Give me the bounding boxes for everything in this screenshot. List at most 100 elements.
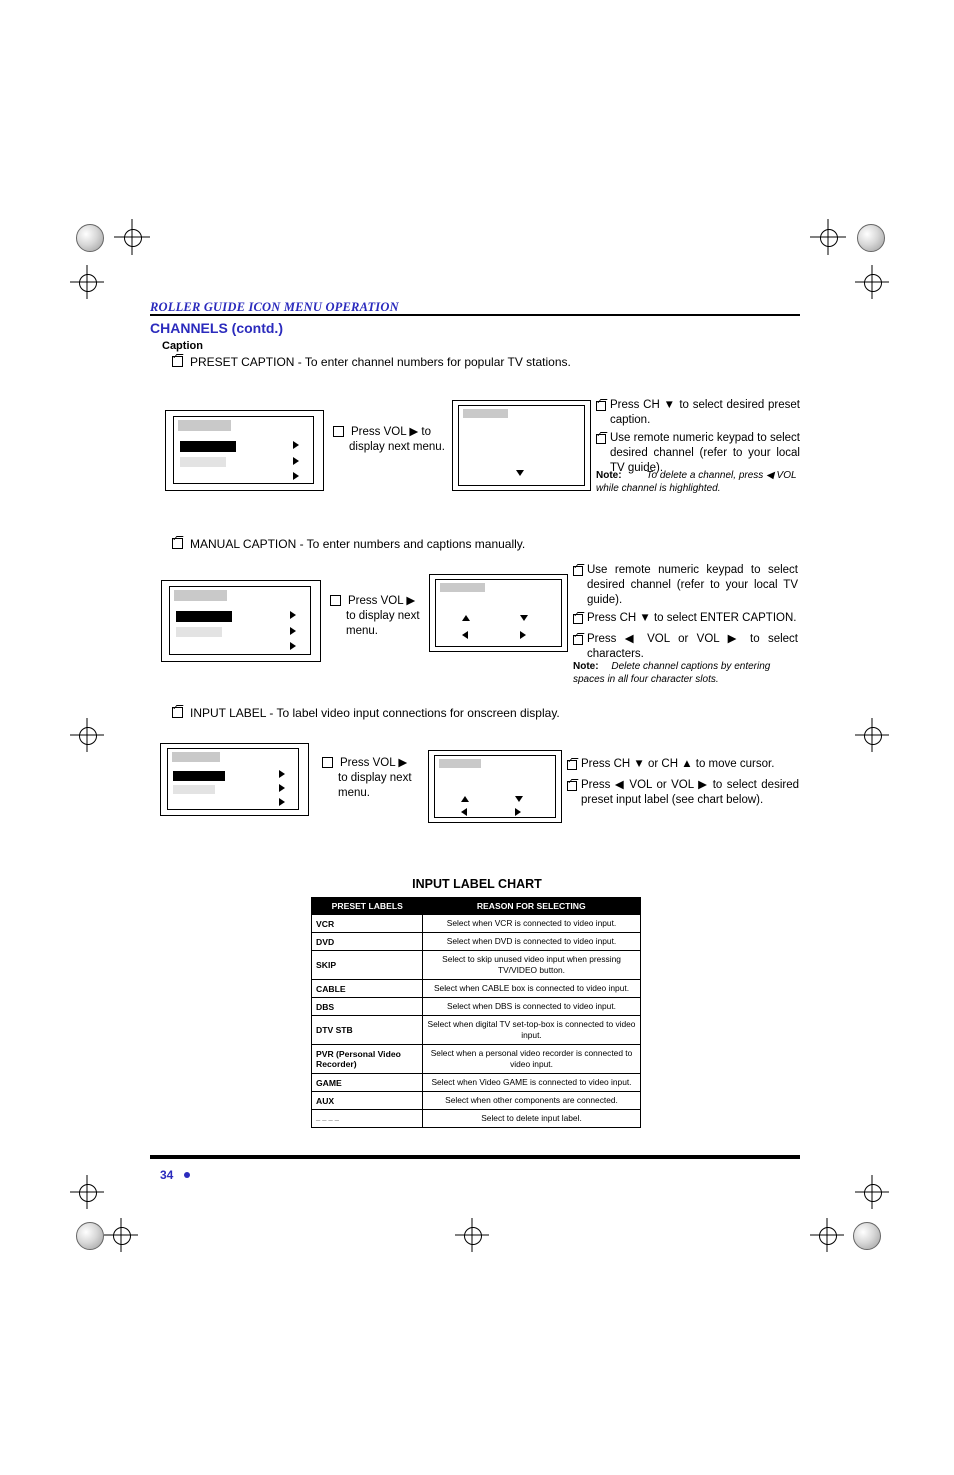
input-press-instruction: Press VOL ▶ to display next menu. <box>322 756 434 801</box>
step-text: Press CH ▼ to select ENTER CAPTION. <box>587 612 797 624</box>
arrow-right-icon-2 <box>279 784 285 792</box>
arrow-left-icon <box>462 631 468 639</box>
crop-ring-left-upper <box>79 274 97 292</box>
press-text-line1: Press VOL ▶ <box>348 595 416 607</box>
table-header-row: PRESET LABELS REASON FOR SELECTING <box>311 897 641 915</box>
table-row: DTV STB Select when digital TV set-top-b… <box>311 1015 641 1045</box>
arrow-right-icon-3 <box>290 642 296 650</box>
input-label-chart: PRESET LABELS REASON FOR SELECTING VCR S… <box>311 897 641 1128</box>
step-text: Use remote numeric keypad to select desi… <box>587 564 798 606</box>
running-head-text: ROLLER GUIDE ICON MENU OPERATION <box>150 300 399 314</box>
tv-screen-inner <box>434 755 556 818</box>
list-item-label: INPUT LABEL - To label video input conne… <box>190 705 560 720</box>
press-text-line3: menu. <box>338 787 370 799</box>
checkbox-icon <box>172 707 183 719</box>
crop-ring-bottom-center <box>464 1227 482 1245</box>
cell-reason: Select when DBS is connected to video in… <box>422 997 641 1016</box>
tv-screen-input-menu <box>160 743 309 816</box>
menu-title-bar <box>172 752 220 762</box>
crop-ring-bottom-left <box>113 1227 131 1245</box>
list-item-preset-caption: PRESET CAPTION - To enter channel number… <box>172 354 571 369</box>
preset-steps: Press CH ▼ to select desired preset capt… <box>596 398 800 479</box>
list-item-label: MANUAL CAPTION - To enter numbers and ca… <box>190 536 526 551</box>
crop-ring-right-middle <box>864 727 882 745</box>
col-reason: REASON FOR SELECTING <box>422 897 641 915</box>
crop-ring-top-left <box>124 229 142 247</box>
checkbox-icon <box>172 538 183 550</box>
chart-title: INPUT LABEL CHART <box>412 877 542 891</box>
press-text-line2: display next menu. <box>349 441 445 453</box>
press-text-line3: menu. <box>346 625 378 637</box>
crop-ring-bottom-right <box>819 1227 837 1245</box>
list-item-manual-caption: MANUAL CAPTION - To enter numbers and ca… <box>172 536 525 551</box>
press-text-line2: to display next <box>346 610 420 622</box>
highlighted-row <box>176 611 232 622</box>
header-rule <box>150 314 800 316</box>
arrow-right-icon-2 <box>290 627 296 635</box>
tv-screen-input-label <box>428 750 562 823</box>
cell-label: AUX <box>311 1091 423 1110</box>
arrow-right-icon-3 <box>293 472 299 480</box>
checkbox-icon <box>567 778 581 796</box>
arrow-down-icon-right <box>515 796 523 802</box>
arrow-right-icon-1 <box>293 441 299 449</box>
crop-ring-left-middle <box>79 727 97 745</box>
checkbox-icon <box>573 632 587 650</box>
cell-reason: Select to skip unused video input when p… <box>422 950 641 980</box>
preset-press-instruction: Press VOL ▶ to display next menu. <box>333 425 453 455</box>
table-row: _ _ _ _ Select to delete input label. <box>311 1109 641 1128</box>
registration-ball-top-left <box>76 224 104 252</box>
crop-ring-right-lower <box>864 1184 882 1202</box>
footer-rule <box>150 1155 800 1159</box>
checkbox-icon <box>330 595 341 607</box>
table-row: SKIP Select to skip unused video input w… <box>311 950 641 980</box>
note-text: Delete channel captions by entering spac… <box>573 661 771 685</box>
menu-row-2 <box>176 627 222 637</box>
arrow-left-icon <box>461 808 467 816</box>
cell-label: VCR <box>311 914 423 933</box>
tv-screen-preset-menu <box>165 410 324 491</box>
page-number: 34 <box>160 1168 174 1182</box>
arrow-up-icon-left <box>462 615 470 621</box>
arrow-right-icon-3 <box>279 798 285 806</box>
arrow-down-icon-right <box>520 615 528 621</box>
note-label: Note: <box>596 470 622 481</box>
highlighted-row <box>180 441 236 452</box>
manual-press-instruction: Press VOL ▶ to display next menu. <box>330 594 440 639</box>
tv-screen-inner <box>435 579 562 647</box>
preset-note: Note: To delete a channel, press ◀ VOL w… <box>596 469 800 495</box>
cell-reason: Select when VCR is connected to video in… <box>422 914 641 933</box>
checkbox-icon <box>322 757 333 769</box>
tv-screen-inner <box>173 416 314 484</box>
manual-steps: Use remote numeric keypad to select desi… <box>573 563 798 665</box>
step-text: Press CH ▼ or CH ▲ to move cursor. <box>581 758 775 770</box>
table-row: AUX Select when other components are con… <box>311 1091 641 1110</box>
step-text: Press CH ▼ to select desired preset capt… <box>610 399 800 426</box>
tv-screen-inner <box>169 586 311 655</box>
cell-reason: Select when other components are connect… <box>422 1091 641 1110</box>
arrow-down-icon <box>516 470 524 476</box>
crop-ring-right-upper <box>864 274 882 292</box>
tv-screen-manual-menu <box>161 580 321 662</box>
cell-label: DBS <box>311 997 423 1016</box>
note-text: To delete a channel, press ◀ VOL while c… <box>596 470 797 494</box>
cell-label: PVR (Personal Video Recorder) <box>311 1044 423 1074</box>
cell-label: DTV STB <box>311 1015 423 1045</box>
press-text-line1: Press VOL ▶ <box>340 757 408 769</box>
arrow-right-icon-2 <box>293 457 299 465</box>
step-text: Press ◀ VOL or VOL ▶ to select desired p… <box>581 779 799 806</box>
list-item-label: PRESET CAPTION - To enter channel number… <box>190 354 571 369</box>
registration-ball-bottom-right <box>853 1222 881 1250</box>
menu-title-bar <box>174 590 227 601</box>
cell-label: GAME <box>311 1073 423 1092</box>
menu-title-bar <box>439 759 481 768</box>
checkbox-icon <box>573 611 587 629</box>
table-row: CABLE Select when CABLE box is connected… <box>311 979 641 998</box>
checkbox-icon <box>596 431 610 449</box>
cell-label: CABLE <box>311 979 423 998</box>
step-row: Press ◀ VOL or VOL ▶ to select character… <box>573 632 798 662</box>
cell-label: SKIP <box>311 950 423 980</box>
menu-title-bar <box>463 409 508 418</box>
cell-reason: Select when a personal video recorder is… <box>422 1044 641 1074</box>
table-row: VCR Select when VCR is connected to vide… <box>311 914 641 933</box>
